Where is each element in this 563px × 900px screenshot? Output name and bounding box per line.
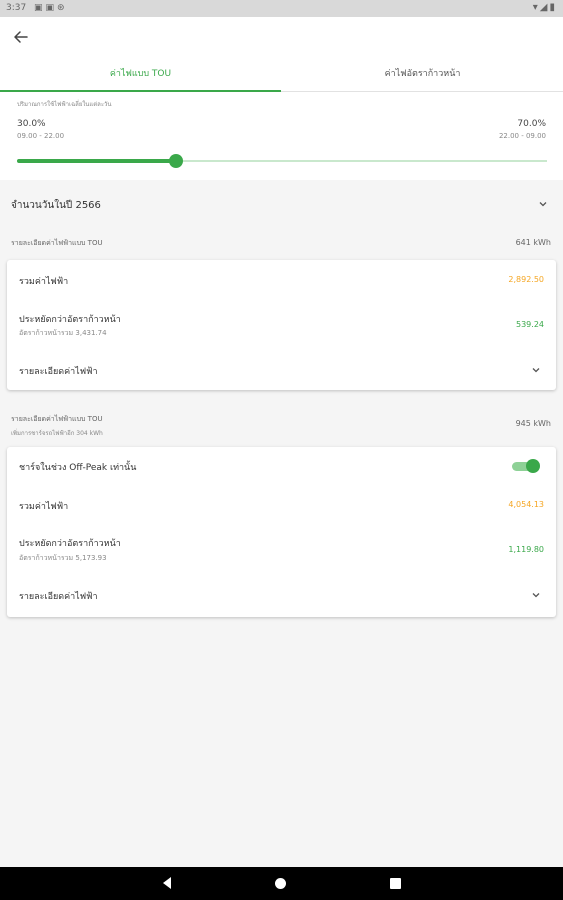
ev-kwh: 945 kWh [515,419,551,428]
ev-total-value: 4,054.13 [508,500,544,509]
ev-saving-value: 1,119.80 [508,545,544,554]
offpeak-only-toggle[interactable] [512,459,540,473]
usage-ratio-caption: ปริมาณการใช้ไฟฟ้าเฉลี่ยในแต่ละวัน [17,101,112,108]
offpeak-percent: 70.0% [517,119,546,129]
ev-total-label: รวมค่าไฟฟ้า [19,502,69,512]
nav-recents-icon[interactable] [390,878,401,889]
app-bar [0,17,563,59]
usage-ratio-panel: ปริมาณการใช้ไฟฟ้าเฉลี่ยในแต่ละวัน 30.0% … [0,92,563,180]
ev-section-sub: เพิ่มการชาร์จรถไฟฟ้าอีก 304 kWh [11,430,103,437]
peak-hours: 09.00 - 22.00 [17,132,65,140]
slider-thumb[interactable] [169,154,183,168]
days-in-year-label: จำนวนวันในปี 2566 [11,200,101,211]
ev-cost-card: ชาร์จในช่วง Off-Peak เท่านั้น รวมค่าไฟฟ้… [7,447,556,617]
peak-percent: 30.0% [17,119,46,129]
usage-ratio-slider[interactable] [17,154,547,168]
status-bar: 3:37 ▣▣⊛ ▾◢▮ [0,0,563,17]
ev-section-label: รายละเอียดค่าไฟฟ้าแบบ TOU [11,415,103,423]
tou-saving-sub: อัตราก้าวหน้ารวม 3,431.74 [19,329,107,337]
back-arrow-icon[interactable] [10,26,32,48]
slider-fill [17,159,176,163]
days-in-year-selector[interactable]: จำนวนวันในปี 2566 [0,192,563,218]
toggle-knob [526,459,540,473]
ev-detail-label: รายละเอียดค่าไฟฟ้า [19,592,98,602]
notification-icons: ▣▣⊛ [34,3,68,13]
tab-progressive-rate[interactable]: ค่าไฟอัตราก้าวหน้า [282,59,563,91]
tou-total-value: 2,892.50 [508,275,544,284]
ev-saving-label: ประหยัดกว่าอัตราก้าวหน้า [19,539,121,549]
system-nav-bar [0,867,563,900]
tou-section-label: รายละเอียดค่าไฟฟ้าแบบ TOU [11,239,103,247]
tou-cost-card: รวมค่าไฟฟ้า 2,892.50 ประหยัดกว่าอัตราก้า… [7,260,556,390]
chevron-down-icon [532,368,540,373]
chevron-down-icon [532,593,540,598]
chevron-down-icon [539,202,547,207]
tou-detail-row[interactable]: รายละเอียดค่าไฟฟ้า [7,356,556,384]
ev-detail-row[interactable]: รายละเอียดค่าไฟฟ้า [7,581,556,611]
tab-bar: ค่าไฟแบบ TOU ค่าไฟอัตราก้าวหน้า [0,59,563,92]
ev-saving-sub: อัตราก้าวหน้ารวม 5,173.93 [19,554,107,562]
tou-kwh: 641 kWh [515,238,551,247]
offpeak-toggle-label: ชาร์จในช่วง Off-Peak เท่านั้น [19,463,137,473]
nav-home-icon[interactable] [275,878,286,889]
tou-detail-label: รายละเอียดค่าไฟฟ้า [19,367,98,377]
offpeak-hours: 22.00 - 09.00 [498,132,546,140]
status-time: 3:37 [6,3,27,13]
tou-saving-label: ประหยัดกว่าอัตราก้าวหน้า [19,315,121,325]
system-icons: ▾◢▮ [532,2,557,13]
tou-total-label: รวมค่าไฟฟ้า [19,277,69,287]
nav-back-icon[interactable] [160,876,174,890]
tab-tou[interactable]: ค่าไฟแบบ TOU [0,59,281,92]
tou-saving-value: 539.24 [516,320,544,329]
